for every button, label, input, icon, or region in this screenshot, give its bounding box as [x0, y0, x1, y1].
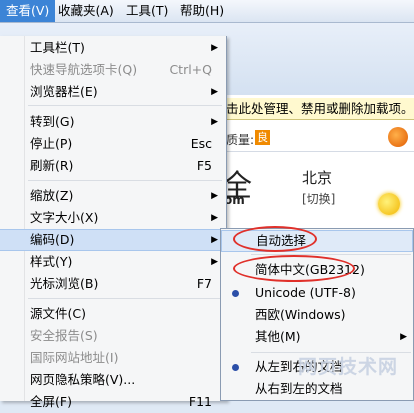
- chevron-right-icon: ▶: [211, 87, 218, 97]
- divider: [220, 151, 414, 152]
- site-logo-domain: om: [224, 193, 245, 207]
- menu-item-explorer-bars[interactable]: 浏览器栏(E) ▶: [0, 81, 226, 103]
- chevron-right-icon: ▶: [211, 191, 218, 201]
- menu-view[interactable]: 查看(V): [0, 0, 56, 22]
- menu-item-stop[interactable]: 停止(P) Esc: [0, 133, 226, 155]
- submenu-item-label: 从右到左的文档: [255, 381, 343, 396]
- menu-item-quick-tabs[interactable]: 快速导航选项卡(Q) Ctrl+Q: [0, 59, 226, 81]
- menu-item-refresh[interactable]: 刷新(R) F5: [0, 155, 226, 177]
- menu-item-caret-browsing[interactable]: 光标浏览(B) F7: [0, 273, 226, 295]
- submenu-item-utf8[interactable]: Unicode (UTF-8): [221, 282, 413, 304]
- refresh-icon[interactable]: [388, 127, 408, 147]
- radio-selected-icon: [232, 364, 239, 371]
- menu-favorites[interactable]: 收藏夹(A): [52, 0, 120, 22]
- radio-selected-icon: [232, 290, 239, 297]
- menu-item-label: 停止(P): [30, 136, 73, 151]
- menu-item-shortcut: Ctrl+Q: [169, 62, 212, 77]
- menu-item-label: 缩放(Z): [30, 188, 74, 203]
- menu-item-international-address[interactable]: 国际网站地址(I): [0, 347, 226, 369]
- menu-item-security-report[interactable]: 安全报告(S): [0, 325, 226, 347]
- menu-item-text-size[interactable]: 文字大小(X) ▶: [0, 207, 226, 229]
- menu-item-style[interactable]: 样式(Y) ▶: [0, 251, 226, 273]
- view-menu: 工具栏(T) ▶ 快速导航选项卡(Q) Ctrl+Q 浏览器栏(E) ▶ 转到(…: [0, 36, 227, 409]
- menu-bar: 查看(V) 收藏夹(A) 工具(T) 帮助(H): [0, 0, 414, 23]
- menu-item-label: 工具栏(T): [30, 40, 85, 55]
- menu-item-label: 浏览器栏(E): [30, 84, 98, 99]
- menu-item-shortcut: F7: [196, 276, 212, 291]
- menu-item-label: 光标浏览(B): [30, 276, 99, 291]
- air-quality-badge: 良: [255, 130, 270, 145]
- annotation-ring-auto-select: [233, 226, 317, 252]
- menu-item-label: 网页隐私策略(V)...: [30, 372, 136, 387]
- menu-item-label: 国际网站地址(I): [30, 350, 119, 365]
- submenu-item-label: Unicode (UTF-8): [255, 285, 356, 300]
- chevron-right-icon: ▶: [211, 213, 218, 223]
- menu-item-encoding[interactable]: 编码(D) ▶: [0, 229, 226, 251]
- chevron-right-icon: ▶: [211, 257, 218, 267]
- chevron-right-icon: ▶: [211, 235, 218, 245]
- menu-help[interactable]: 帮助(H): [174, 0, 230, 22]
- submenu-item-label: 西欧(Windows): [255, 307, 346, 322]
- menu-item-go-to[interactable]: 转到(G) ▶: [0, 111, 226, 133]
- submenu-item-western-windows[interactable]: 西欧(Windows): [221, 304, 413, 326]
- menu-item-label: 全屏(F): [30, 394, 72, 409]
- menu-item-shortcut: F5: [196, 158, 212, 173]
- menu-item-label: 文字大小(X): [30, 210, 99, 225]
- weather-city: 北京: [302, 169, 333, 187]
- menu-item-label: 样式(Y): [30, 254, 73, 269]
- submenu-item-more[interactable]: 其他(M) ▶: [221, 326, 413, 348]
- sun-icon: [378, 193, 400, 215]
- menu-separator: [28, 180, 222, 181]
- menu-item-label: 安全报告(S): [30, 328, 98, 343]
- menu-item-full-screen[interactable]: 全屏(F) F11: [0, 391, 226, 413]
- submenu-item-label: 其他(M): [255, 329, 301, 344]
- annotation-ring-gb2312: [233, 255, 355, 282]
- menu-item-toolbars[interactable]: 工具栏(T) ▶: [0, 37, 226, 59]
- menu-separator: [28, 298, 222, 299]
- menu-item-shortcut: F11: [188, 394, 212, 409]
- menu-item-shortcut: Esc: [190, 136, 212, 151]
- menu-item-label: 编码(D): [30, 232, 75, 247]
- chevron-right-icon: ▶: [400, 332, 407, 342]
- menu-item-label: 快速导航选项卡(Q): [30, 62, 138, 77]
- switch-city-link[interactable]: [切换]: [302, 190, 335, 207]
- menu-item-label: 刷新(R): [30, 158, 74, 173]
- menu-item-label: 转到(G): [30, 114, 75, 129]
- site-watermark: 网页技术网: [298, 356, 399, 378]
- menu-item-source[interactable]: 源文件(C): [0, 303, 226, 325]
- chevron-right-icon: ▶: [211, 43, 218, 53]
- menu-separator: [28, 105, 222, 106]
- menu-item-label: 源文件(C): [30, 306, 86, 321]
- menu-item-zoom[interactable]: 缩放(Z) ▶: [0, 185, 226, 207]
- air-quality-label: 质量:: [226, 133, 255, 147]
- menu-item-privacy-policy[interactable]: 网页隐私策略(V)...: [0, 369, 226, 391]
- menu-tools[interactable]: 工具(T): [120, 0, 174, 22]
- submenu-item-right-to-left[interactable]: 从右到左的文档: [221, 378, 413, 400]
- chevron-right-icon: ▶: [211, 117, 218, 127]
